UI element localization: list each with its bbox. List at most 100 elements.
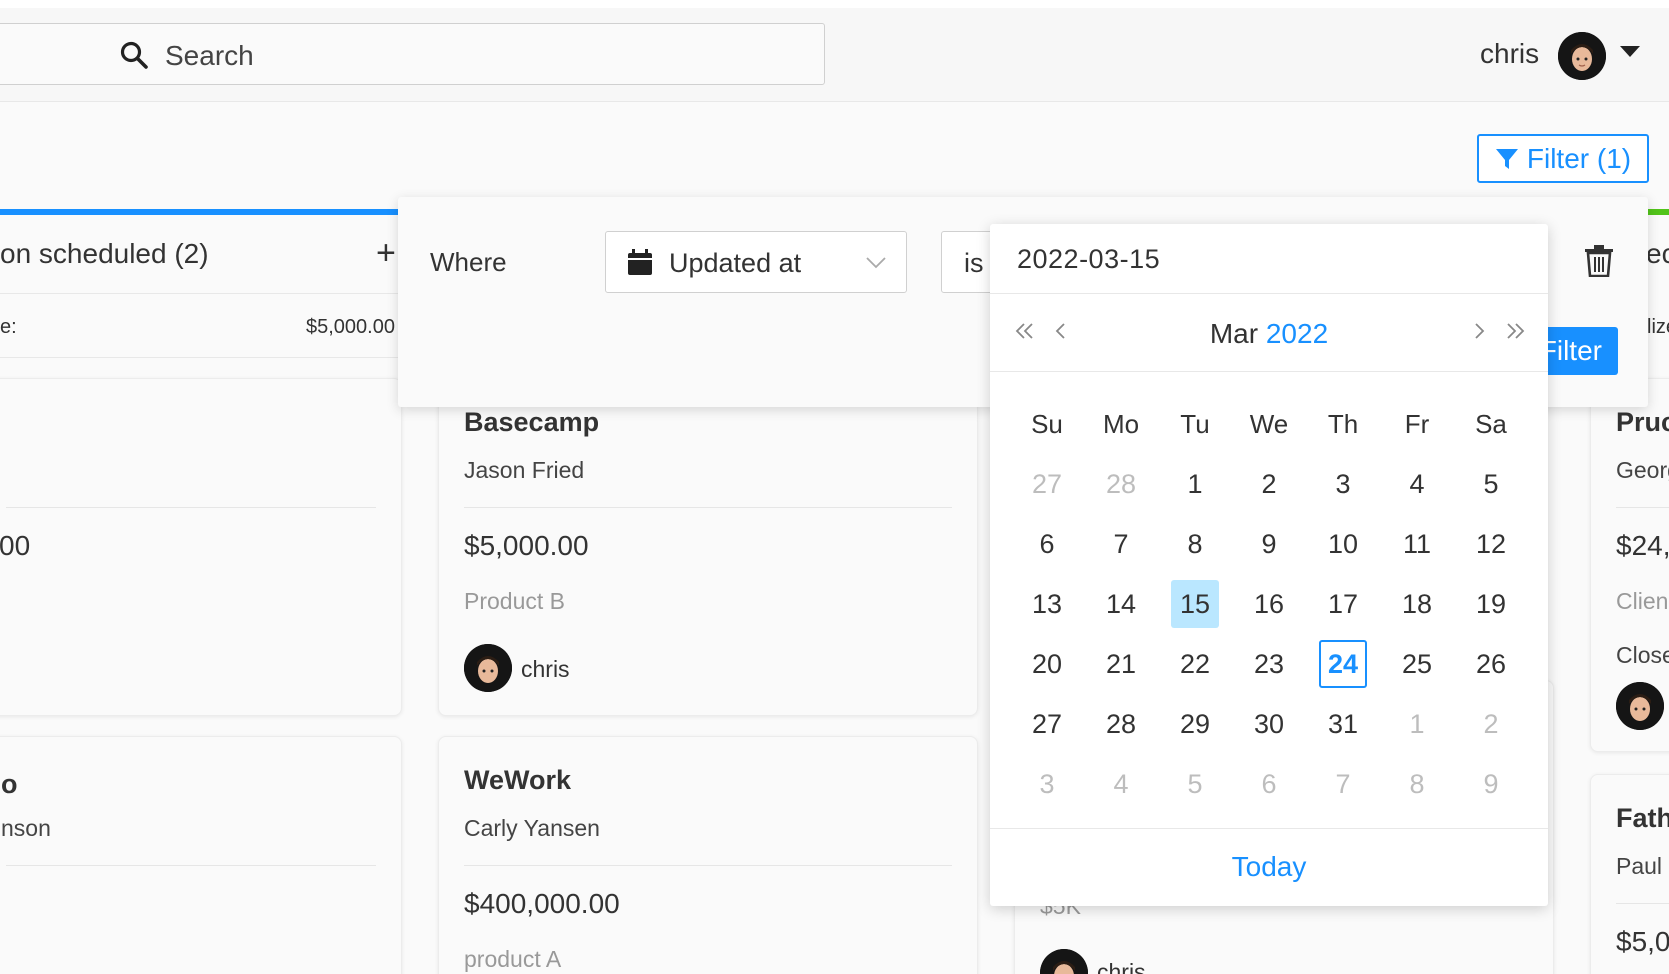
calendar-day[interactable]: 20	[1010, 639, 1084, 689]
calendar-day-number: 5	[1483, 469, 1499, 499]
avatar-face-icon	[1616, 682, 1664, 730]
deal-card[interactable]: Fath Paul . $5,0	[1590, 774, 1669, 974]
calendar-day-number: 6	[1261, 769, 1277, 799]
card-contact: Carly Yansen	[464, 815, 600, 841]
deal-card[interactable]: Pruc Georg $24, Clien Close	[1590, 378, 1669, 752]
filter-field-label: Updated at	[669, 248, 802, 278]
calendar-day[interactable]: 16	[1232, 579, 1306, 629]
calendar-day[interactable]: 18	[1380, 579, 1454, 629]
calendar-day-number: 2	[1261, 469, 1277, 499]
calendar-day-number: 14	[1105, 589, 1137, 619]
calendar-day-number: 5	[1187, 769, 1203, 799]
calendar-day[interactable]: 5	[1454, 459, 1528, 509]
card-title: Fath	[1616, 803, 1669, 833]
calendar-day[interactable]: 7	[1306, 759, 1380, 809]
calendar-day[interactable]: 14	[1084, 579, 1158, 629]
calendar-day[interactable]: 2	[1232, 459, 1306, 509]
calendar-icon	[628, 249, 652, 275]
card-amount: $5,000.00	[464, 530, 589, 561]
search-input[interactable]: Search	[0, 23, 825, 85]
next-year-icon[interactable]	[1500, 316, 1530, 346]
calendar-day[interactable]: 30	[1232, 699, 1306, 749]
calendar-day[interactable]: 28	[1084, 699, 1158, 749]
calendar-day-number: 16	[1253, 589, 1285, 619]
calendar-day[interactable]: 19	[1454, 579, 1528, 629]
calendar-day[interactable]: 12	[1454, 519, 1528, 569]
calendar-day[interactable]: 25	[1380, 639, 1454, 689]
calendar-day[interactable]: 3	[1010, 759, 1084, 809]
avatar-face-icon	[1558, 32, 1606, 80]
add-card-icon[interactable]: +	[376, 234, 396, 273]
calendar-day-number: 28	[1105, 469, 1137, 499]
deal-card[interactable]: 00	[0, 378, 402, 716]
deal-card[interactable]: o nson	[0, 736, 402, 974]
calendar-day[interactable]: 8	[1158, 519, 1232, 569]
calendar-day[interactable]: 28	[1084, 459, 1158, 509]
calendar-day[interactable]: 27	[1010, 699, 1084, 749]
calendar-day-number: 22	[1179, 649, 1211, 679]
calendar-day[interactable]: 6	[1232, 759, 1306, 809]
avatar[interactable]	[1558, 32, 1606, 80]
avatar-face-icon	[1040, 949, 1088, 974]
column-header-divider	[0, 293, 398, 294]
date-picker-nav: Mar 2022	[990, 294, 1548, 372]
calendar-day[interactable]: 4	[1380, 459, 1454, 509]
trash-icon[interactable]	[1585, 245, 1613, 277]
filter-operator-label: is	[964, 248, 984, 278]
calendar-day-number: 27	[1031, 709, 1063, 739]
year-label[interactable]: 2022	[1266, 318, 1328, 349]
calendar-day[interactable]: 17	[1306, 579, 1380, 629]
calendar-day[interactable]: 7	[1084, 519, 1158, 569]
calendar-day[interactable]: 23	[1232, 639, 1306, 689]
calendar-day[interactable]: 3	[1306, 459, 1380, 509]
calendar-day[interactable]: 29	[1158, 699, 1232, 749]
calendar-day-number: 9	[1261, 529, 1277, 559]
calendar-day-selected[interactable]: 15	[1158, 579, 1232, 629]
today-button[interactable]: Today	[990, 851, 1548, 883]
calendar-day[interactable]: 6	[1010, 519, 1084, 569]
calendar-day[interactable]: 4	[1084, 759, 1158, 809]
calendar-day-number: 11	[1402, 529, 1432, 559]
deal-card[interactable]: WeWork Carly Yansen $400,000.00 product …	[438, 736, 978, 974]
calendar-day[interactable]: 2	[1454, 699, 1528, 749]
card-status: Close	[1616, 642, 1669, 668]
calendar-day[interactable]: 9	[1454, 759, 1528, 809]
calendar-day[interactable]: 11	[1380, 519, 1454, 569]
card-amount: $5,0	[1616, 926, 1669, 957]
calendar-day-number: 7	[1335, 769, 1351, 799]
card-product: Product B	[464, 588, 565, 614]
weekday-label: We	[1249, 409, 1289, 439]
dropdown-caret-icon[interactable]	[1620, 46, 1640, 57]
calendar-day-number: 25	[1401, 649, 1433, 679]
date-input-value: 2022-03-15	[1017, 244, 1161, 274]
deal-card[interactable]: Basecamp Jason Fried $5,000.00 Product B…	[438, 378, 978, 716]
calendar-day-number: 30	[1253, 709, 1285, 739]
user-name[interactable]: chris	[1480, 38, 1539, 70]
calendar-day[interactable]: 26	[1454, 639, 1528, 689]
calendar-week-row: 20 21 22 23 24 25 26	[1010, 634, 1528, 694]
calendar-day[interactable]: 10	[1306, 519, 1380, 569]
filter-button[interactable]: Filter (1)	[1477, 134, 1649, 183]
calendar-day[interactable]: 5	[1158, 759, 1232, 809]
calendar-day[interactable]: 9	[1232, 519, 1306, 569]
month-label[interactable]: Mar	[1210, 318, 1258, 349]
next-month-icon[interactable]	[1464, 316, 1494, 346]
calendar-day-number: 8	[1187, 529, 1203, 559]
calendar-day[interactable]: 1	[1158, 459, 1232, 509]
avatar-face-icon	[464, 644, 512, 692]
calendar-day-number: 4	[1409, 469, 1425, 499]
column-total-label: lize	[1647, 316, 1669, 338]
apply-filter-button[interactable]: Filter	[1538, 327, 1618, 375]
calendar-day[interactable]: 27	[1010, 459, 1084, 509]
calendar-day[interactable]: 21	[1084, 639, 1158, 689]
calendar-day-number: 2	[1483, 709, 1499, 739]
date-input[interactable]: 2022-03-15	[990, 224, 1548, 294]
calendar-day[interactable]: 1	[1380, 699, 1454, 749]
calendar-day[interactable]: 22	[1158, 639, 1232, 689]
calendar-day[interactable]: 13	[1010, 579, 1084, 629]
calendar-day[interactable]: 8	[1380, 759, 1454, 809]
filter-field-select[interactable]: Updated at	[605, 231, 907, 293]
calendar-day[interactable]: 31	[1306, 699, 1380, 749]
calendar-day-today[interactable]: 24	[1306, 639, 1380, 689]
column-total-value: $5,000.00	[306, 316, 395, 338]
